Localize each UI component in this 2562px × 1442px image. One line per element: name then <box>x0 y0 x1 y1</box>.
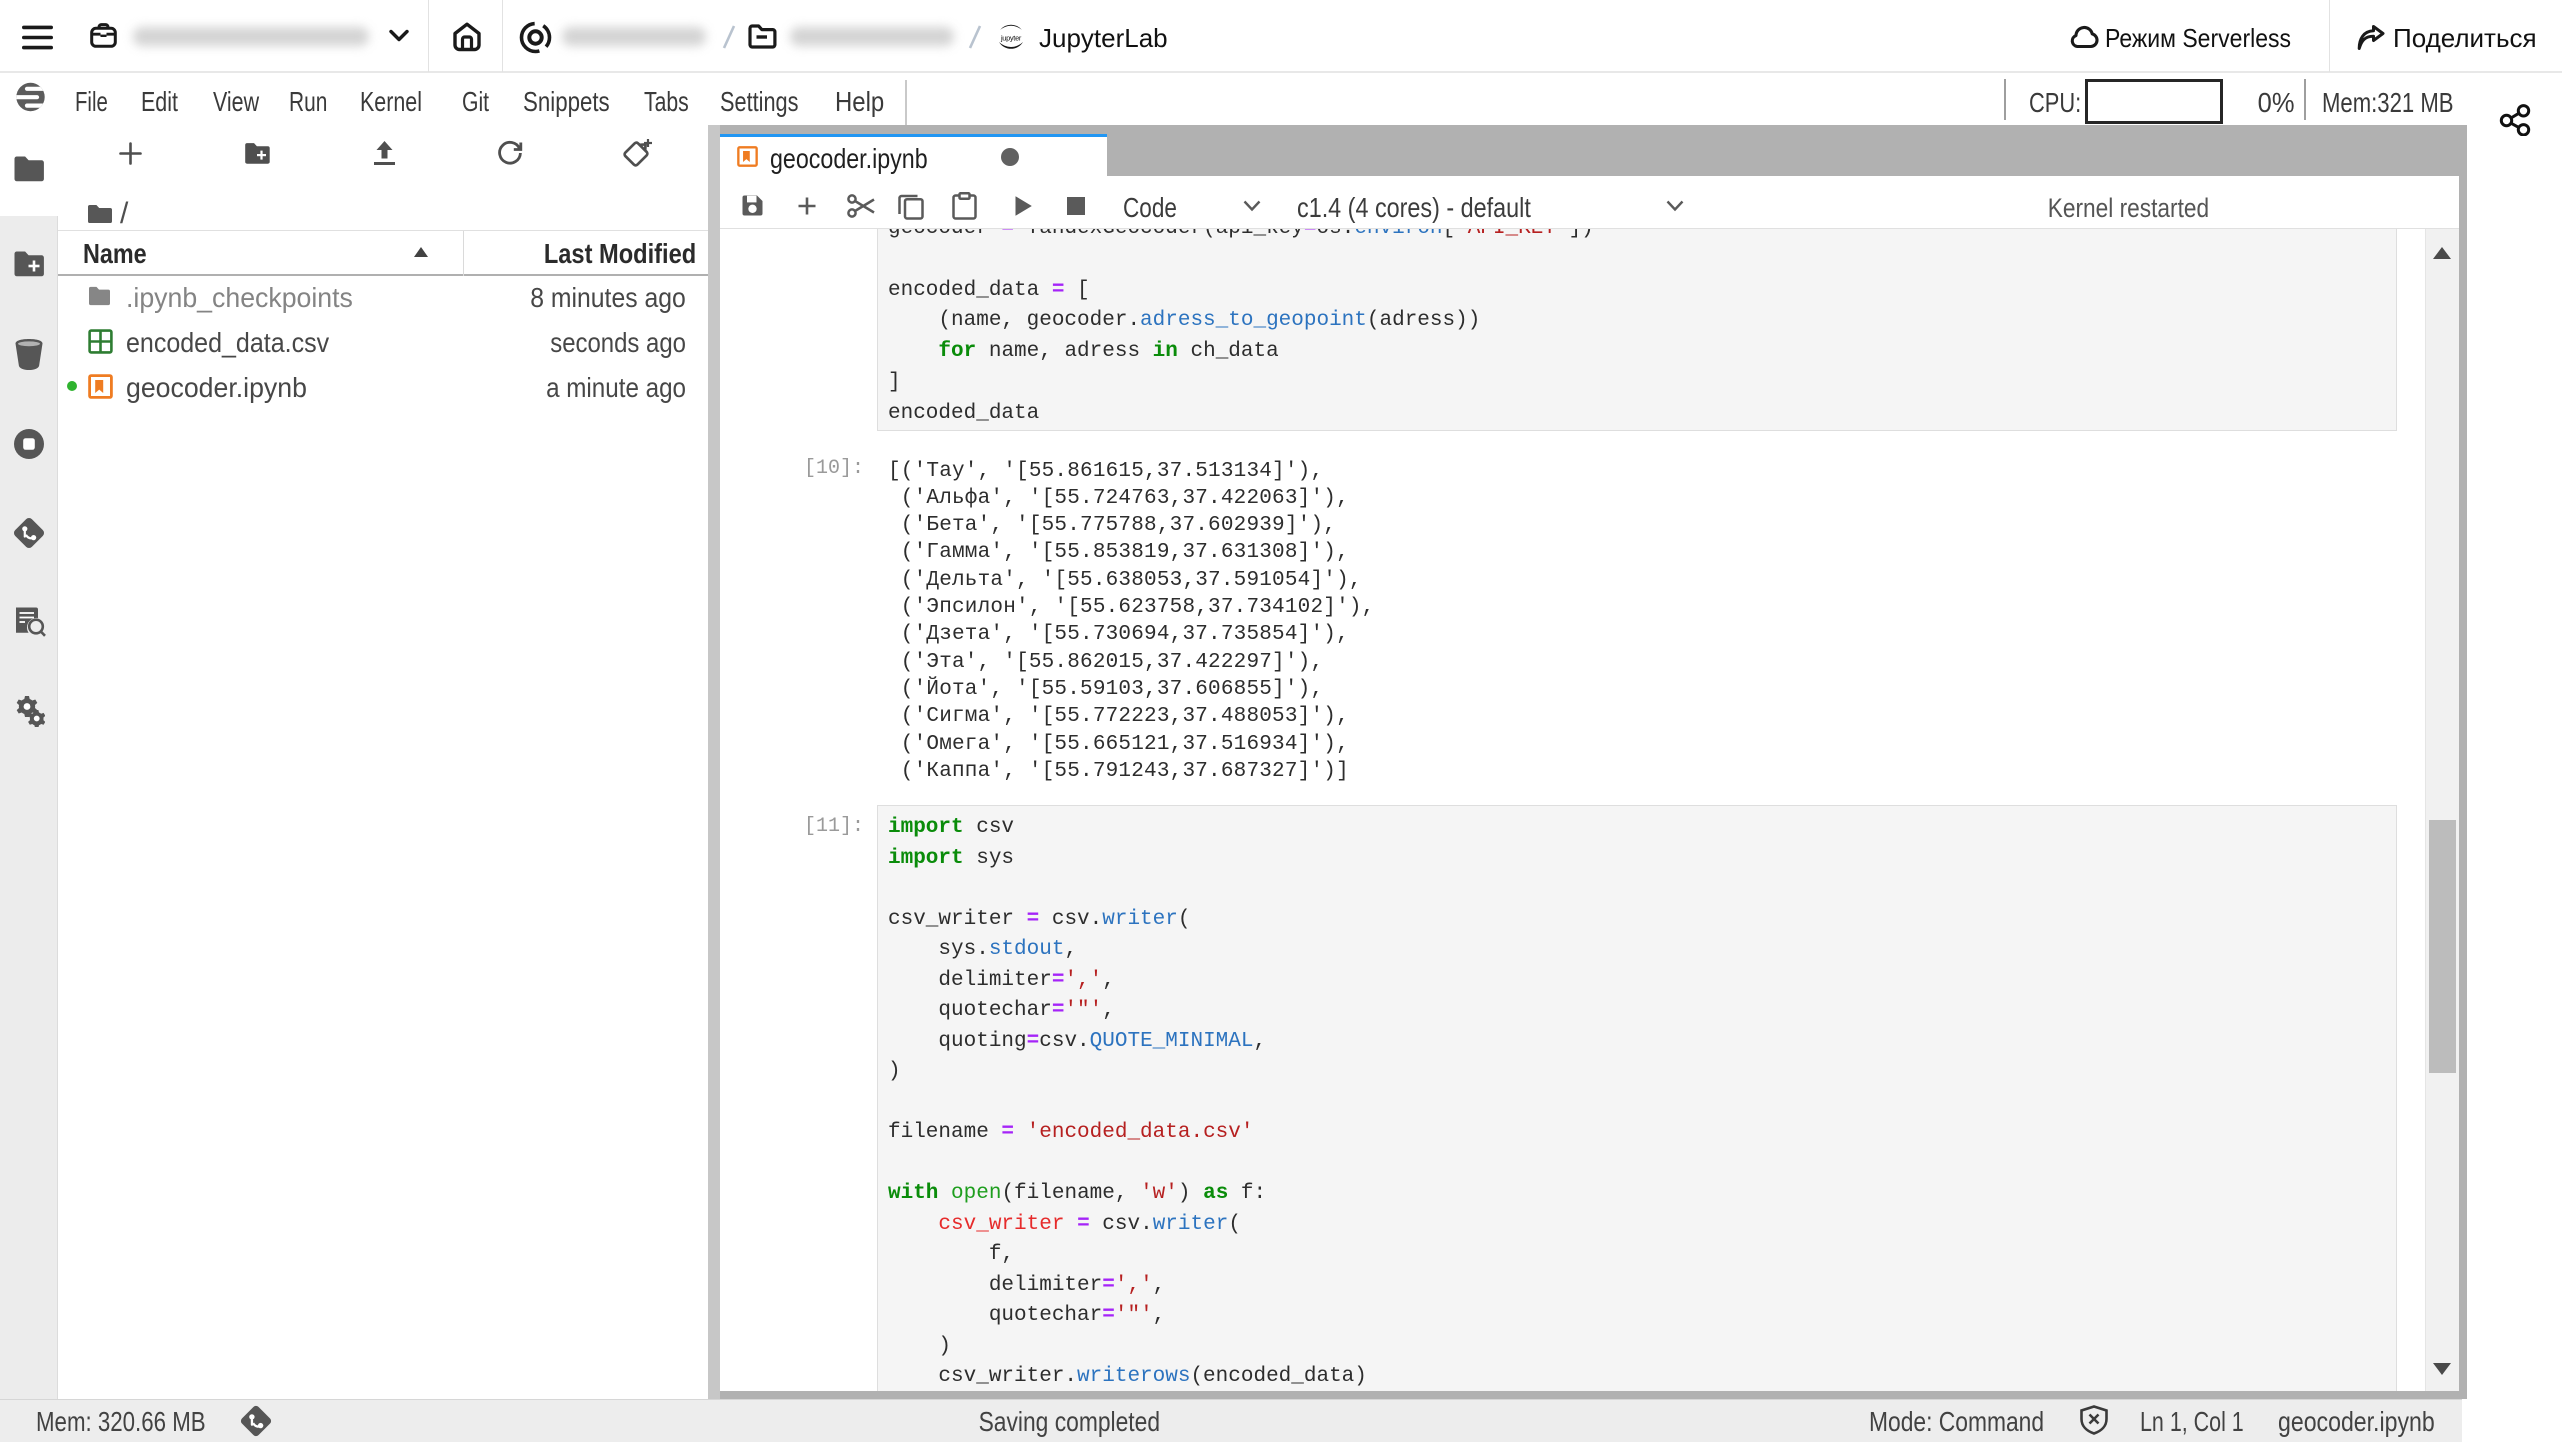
svg-text:jupyter: jupyter <box>1000 34 1022 43</box>
